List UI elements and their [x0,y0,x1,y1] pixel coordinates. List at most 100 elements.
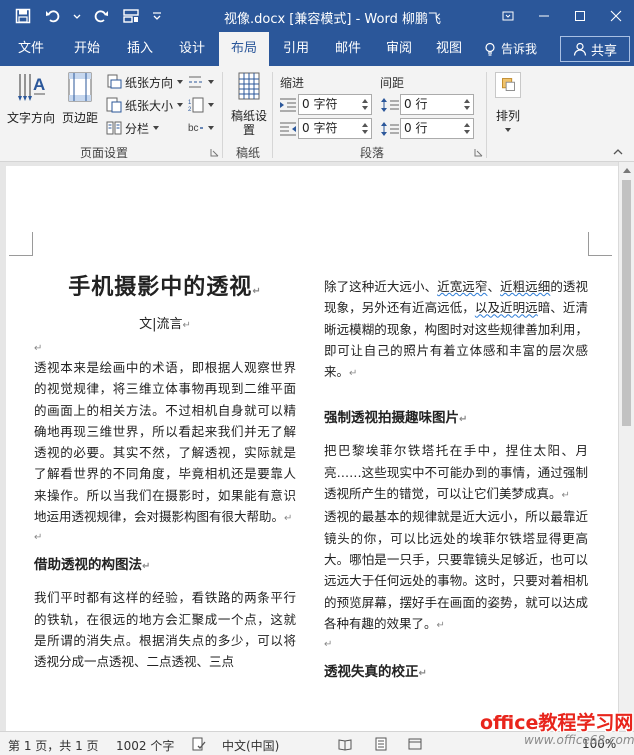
spinner-arrows-icon[interactable] [462,120,472,137]
page-setup-launcher-icon[interactable] [210,148,219,157]
title-bar: 视像.docx [兼容模式] - Word 柳鹏飞 [0,0,634,32]
arrange-label: 排列 [495,109,520,123]
breaks-button[interactable] [188,72,215,92]
margins-button[interactable]: 页边距 [58,70,102,126]
tab-mailings[interactable]: 邮件 [325,32,371,66]
vertical-scrollbar[interactable] [618,162,634,731]
tab-file[interactable]: 文件 [8,32,54,66]
undo-dropdown[interactable] [72,6,82,26]
maximize-button[interactable] [562,0,598,32]
close-button[interactable] [598,0,634,32]
document-title[interactable]: 手机摄影中的透视↵ [34,270,296,310]
web-layout-icon[interactable] [408,737,422,751]
margins-icon [68,72,92,102]
chevron-down-icon [177,80,184,84]
tab-home[interactable]: 开始 [64,32,110,66]
language-indicator[interactable]: 中文(中国) [222,737,279,754]
chevron-down-icon [73,14,81,19]
space-before-value: 0 行 [404,97,428,111]
paper-size-button[interactable]: 纸张大小 [106,95,184,115]
right-column[interactable]: 除了这种近大远小、近宽远窄、近粗远细的透视现象，另外还有近高远低，以及近明远暗、… [324,276,588,694]
customize-qat-button[interactable] [150,6,164,26]
read-mode-icon[interactable] [338,737,352,751]
user-name[interactable]: 柳鹏飞 [402,8,441,27]
draft-setup-button[interactable]: 稿纸设置 [228,70,270,137]
space-after-spinner[interactable]: 0 行 [380,118,474,139]
paper-size-label: 纸张大小 [125,98,174,113]
maximize-icon [575,11,585,21]
site-watermark: office教程学习网 www.office68.com [468,706,634,755]
word-count[interactable]: 1002 个字 [116,737,174,754]
document-page[interactable]: 手机摄影中的透视↵ 文|流言↵ ↵ 透视本来是绘画中的术语，即根据人观察世界的视… [6,166,618,731]
spinner-arrows-icon[interactable] [360,96,370,113]
body-paragraph[interactable]: 除了这种近大远小、近宽远窄、近粗远细的透视现象，另外还有近高远低，以及近明远暗、… [324,276,588,384]
scroll-thumb[interactable] [622,180,631,426]
space-before-spinner[interactable]: 0 行 [380,94,474,115]
save-button[interactable] [12,6,34,26]
document-canvas[interactable]: 手机摄影中的透视↵ 文|流言↵ ↵ 透视本来是绘画中的术语，即根据人观察世界的视… [0,162,618,731]
svg-text:A: A [33,75,45,94]
body-paragraph[interactable]: 把巴黎埃菲尔铁塔托在手中，捏住太阳、月亮……这些现实中不可能办到的事情，通过强制… [324,440,588,506]
grammar-flag[interactable]: 近宽远窄 [437,279,487,294]
grammar-flag[interactable]: 以及近明远 [475,300,538,315]
chevron-down-icon [505,128,511,132]
share-label: 共享 [590,43,617,59]
tab-view[interactable]: 视图 [426,32,472,66]
hyphenation-button[interactable]: bc [188,118,215,138]
text-direction-button[interactable]: A 文字方向 [6,70,56,126]
redo-button[interactable] [90,6,112,26]
paragraph-mark: ↵ [459,414,468,426]
section-heading-text: 借助透视的构图法 [34,557,142,574]
crop-mark-left [9,232,33,256]
text-direction-label: 文字方向 [6,111,55,125]
space-after-input[interactable]: 0 行 [400,118,474,139]
ribbon-display-icon [502,11,514,21]
grammar-flag[interactable]: 近粗远细 [500,279,550,294]
tab-layout[interactable]: 布局 [219,32,269,66]
undo-button[interactable] [42,6,64,26]
body-paragraph[interactable]: 透视本来是绘画中的术语，即根据人观察世界的视觉规律，将三维立体事物再现到二维平面… [34,357,296,529]
section-heading[interactable]: 借助透视的构图法↵ [34,553,296,579]
indent-left-spinner[interactable]: 0 字符 [278,94,372,115]
section-heading[interactable]: 透视失真的校正↵ [324,660,588,686]
minimize-button[interactable] [526,0,562,32]
indent-right-input[interactable]: 0 字符 [298,118,372,139]
ribbon-display-options-button[interactable] [490,0,526,32]
touch-mode-button[interactable] [120,6,142,26]
body-paragraph[interactable]: 我们平时都有这样的经验，看铁路的两条平行的铁轨，在很远的地方会汇聚成一个点，这就… [34,587,296,672]
orientation-icon [107,74,122,89]
left-column[interactable]: 手机摄影中的透视↵ 文|流言↵ ↵ 透视本来是绘画中的术语，即根据人观察世界的视… [34,270,296,673]
tab-insert[interactable]: 插入 [117,32,163,66]
section-heading[interactable]: 强制透视拍摄趣味图片↵ [324,406,588,432]
columns-button[interactable]: 分栏 [106,118,160,138]
chevron-up-icon [623,168,631,173]
page-setup-group-label: 页面设置 [80,146,129,160]
tab-design[interactable]: 设计 [169,32,215,66]
tab-references[interactable]: 引用 [273,32,319,66]
save-icon [15,8,31,24]
paragraph-text: 除了这种近大远小、 [324,279,438,294]
spinner-arrows-icon[interactable] [360,120,370,137]
chevron-down-icon [153,126,160,130]
svg-text:1: 1 [188,100,192,106]
line-numbers-button[interactable]: 12 [188,95,215,115]
paragraph-launcher-icon[interactable] [474,148,483,157]
ribbon-layout: A 文字方向 页边距 纸张方向 纸张大小 分栏 12 bc 页面设置 稿纸设置 … [0,66,634,162]
arrange-button[interactable]: 排列 [490,72,526,134]
tab-review[interactable]: 审阅 [376,32,422,66]
space-before-input[interactable]: 0 行 [400,94,474,115]
collapse-ribbon-icon[interactable] [612,148,624,156]
orientation-button[interactable]: 纸张方向 [106,72,184,92]
body-paragraph[interactable]: 透视的最基本的规律就是近大远小，所以最靠近镜头的你，可以比远处的埃菲尔铁塔显得更… [324,506,588,636]
indent-right-spinner[interactable]: 0 字符 [278,118,372,139]
document-author[interactable]: 文|流言↵ [34,310,296,341]
print-layout-icon[interactable] [374,737,388,751]
scroll-up-button[interactable] [619,162,634,178]
tell-me-label: 告诉我 [501,42,538,56]
page-count[interactable]: 第 1 页，共 1 页 [8,737,99,754]
indent-left-input[interactable]: 0 字符 [298,94,372,115]
tell-me-box[interactable]: 告诉我 [483,32,537,66]
share-button[interactable]: 共享 [560,36,630,62]
spinner-arrows-icon[interactable] [462,96,472,113]
proofing-icon[interactable] [192,737,206,751]
